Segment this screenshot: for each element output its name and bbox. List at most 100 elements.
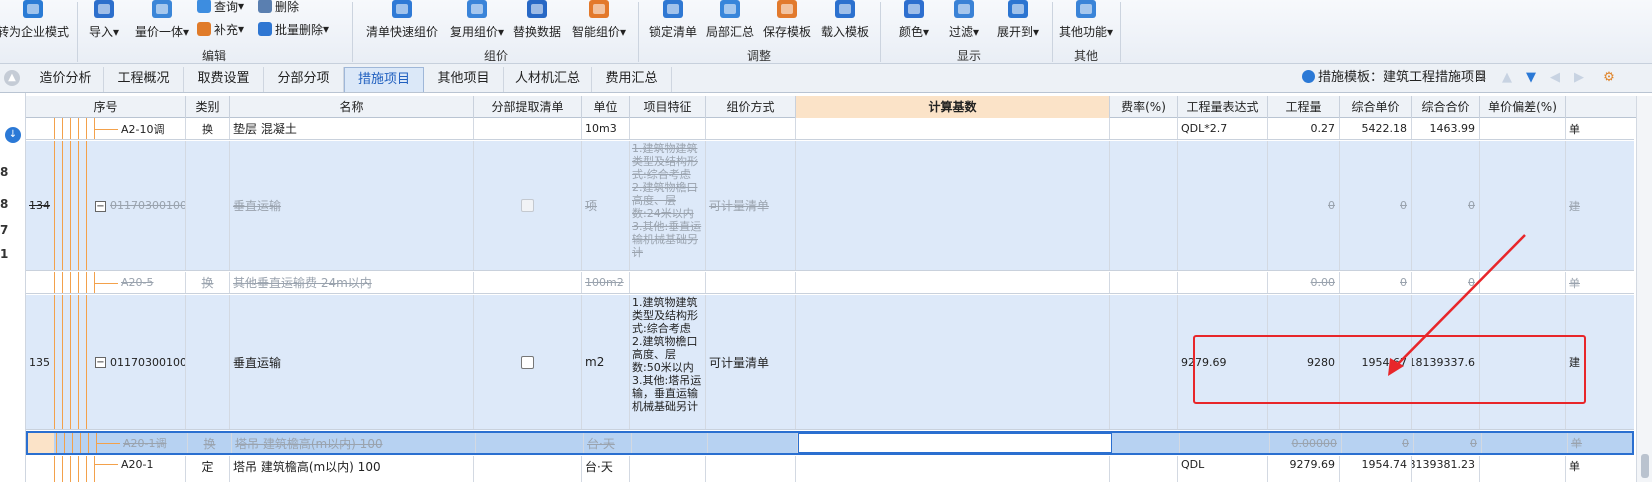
row-extract [476,433,584,453]
row-name[interactable]: 垂直运输 [230,141,474,270]
row-qty-expr[interactable]: QDL [1178,456,1268,482]
row-calc-base[interactable] [796,295,1110,429]
tab-fee-summary[interactable]: 费用汇总 [592,67,672,92]
scrollbar-thumb[interactable] [1641,454,1649,478]
reuse-pricing-button[interactable]: 复用组价▾ [449,0,505,44]
row-deviation [1482,433,1568,453]
import-button[interactable]: 导入▾ [84,0,124,44]
col-header-feature[interactable]: 项目特征 [630,96,706,118]
settings-icon[interactable]: ⚙ [1602,71,1616,85]
load-template-button[interactable]: 载入模板 [820,0,870,44]
move-down-icon[interactable]: ▼ [1524,71,1538,85]
color-button[interactable]: 颜色▾ [892,0,936,44]
row-qty-expr[interactable]: QDL*2.7 [1178,118,1268,139]
replace-data-button[interactable]: 替换数据 [512,0,562,44]
expand-to-button[interactable]: 展开到▾ [990,0,1046,44]
download-icon[interactable]: ↓ [5,127,21,143]
row-calc-base-editor[interactable] [798,433,1112,453]
row-rate[interactable] [1110,456,1178,482]
row-rate[interactable] [1112,433,1180,453]
collapse-row-icon[interactable]: − [95,201,106,212]
row-calc-base[interactable] [796,272,1110,293]
integrated-pricing-button[interactable]: 量价一体▾ [131,0,193,44]
table-row[interactable]: A20-5 换 其他垂直运输费 24m以内 100m2 0.00 0 0 单 [26,272,1634,294]
row-seq: 135 [29,355,50,369]
quick-pricing-button[interactable]: 清单快速组价 [362,0,442,44]
partial-summary-button[interactable]: 局部汇总 [705,0,755,44]
col-header-method[interactable]: 组价方式 [706,96,796,118]
row-qty-expr[interactable] [1180,433,1270,453]
lock-list-button[interactable]: 锁定清单 [648,0,698,44]
template-selector[interactable]: 措施模板：建筑工程措施项目 [1302,64,1487,92]
extract-checkbox[interactable] [521,199,534,212]
col-header-deviation[interactable]: 单价偏差(%) [1480,96,1566,118]
other-functions-button[interactable]: 其他功能▾ [1056,0,1116,44]
row-name[interactable]: 塔吊 建筑檐高(m以内) 100 [232,433,476,453]
col-header-unit[interactable]: 单位 [582,96,630,118]
col-header-seq[interactable]: 序号 [26,96,186,118]
row-calc-base[interactable] [796,118,1110,139]
row-calc-base[interactable] [796,456,1110,482]
query-button[interactable]: 查询 ▾ [197,0,244,16]
table-row[interactable]: A20-1调 换 塔吊 建筑檐高(m以内) 100 台·天 0.00000 0 … [26,431,1634,455]
sort-icon[interactable]: ⇅ [1474,71,1488,85]
batch-delete-button[interactable]: 批量删除 ▾ [258,19,329,39]
collapse-icon[interactable]: ▲ [4,70,20,86]
collapse-row-icon[interactable]: − [95,357,106,368]
move-left-icon[interactable]: ◀ [1548,71,1562,85]
tab-project-overview[interactable]: 工程概况 [104,67,184,92]
row-unit-price: 0 [1340,141,1412,270]
tab-measures[interactable]: 措施项目 [344,67,424,92]
vertical-scrollbar[interactable] [1636,96,1652,482]
row-tail: 单 [1571,437,1582,450]
col-header-extract-list[interactable]: 分部提取清单 [474,96,582,118]
row-calc-base[interactable] [796,141,1110,270]
row-rate[interactable] [1110,295,1178,429]
filter-button[interactable]: 过滤▾ [942,0,986,44]
table-row[interactable]: 134 − 011703001001 垂直运输 项 1.建筑物建筑类型及结构形式… [26,141,1634,271]
table-row[interactable]: A2-10调 换 垫层 混凝土 10m3 QDL*2.7 0.27 5422.1… [26,118,1634,140]
tab-fee-settings[interactable]: 取费设置 [184,67,264,92]
smart-pricing-button[interactable]: 智能组价▾ [569,0,629,44]
col-header-qty[interactable]: 工程量 [1268,96,1340,118]
row-total: 18139337.6 [1412,295,1480,429]
col-header-calc-base[interactable]: 计算基数 [796,96,1110,118]
table-row[interactable]: A20-1 定 塔吊 建筑檐高(m以内) 100 台·天 QDL 9279.69… [26,456,1634,482]
col-header-rate[interactable]: 费率(%) [1110,96,1178,118]
table-row[interactable]: 135 − 011703001002 垂直运输 m2 1.建筑物建筑类型及结构形… [26,295,1634,430]
row-name[interactable]: 塔吊 建筑檐高(m以内) 100 [230,456,474,482]
delete-button[interactable]: 删除 [258,0,299,16]
other-functions-icon [1076,0,1096,18]
row-rate[interactable] [1110,272,1178,293]
tab-cost-analysis[interactable]: 造价分析 [28,67,104,92]
tab-sub-items[interactable]: 分部分项 [264,67,344,92]
row-qty-expr[interactable] [1178,141,1268,270]
row-total: 0 [1414,433,1482,453]
smart-pricing-icon [589,0,609,18]
row-name[interactable]: 其他垂直运输费 24m以内 [230,272,474,293]
move-up-icon[interactable]: ▲ [1500,71,1514,85]
col-header-unit-price[interactable]: 综合单价 [1340,96,1412,118]
lock-icon [663,0,683,18]
supplement-button[interactable]: 补充 ▾ [197,19,244,39]
row-qty-expr[interactable]: 9279.69 [1178,295,1268,429]
filter-icon [954,0,974,18]
col-header-category[interactable]: 类别 [186,96,230,118]
row-qty-expr[interactable] [1178,272,1268,293]
col-header-total[interactable]: 综合合价 [1412,96,1480,118]
enterprise-mode-button[interactable]: 转为企业模式 [0,0,69,44]
row-selector[interactable] [28,433,54,453]
row-name[interactable]: 垫层 混凝土 [230,118,474,139]
row-name[interactable]: 垂直运输 [230,295,474,429]
tab-other-items[interactable]: 其他项目 [424,67,504,92]
move-right-icon[interactable]: ▶ [1572,71,1586,85]
extract-checkbox[interactable] [521,355,534,369]
tab-labor-material-summary[interactable]: 人材机汇总 [504,67,592,92]
row-rate[interactable] [1110,118,1178,139]
row-rate[interactable] [1110,141,1178,270]
save-template-button[interactable]: 保存模板 [762,0,812,44]
col-header-qty-expr[interactable]: 工程量表达式 [1178,96,1268,118]
row-code: A20-5 [118,272,186,293]
col-header-name[interactable]: 名称 [230,96,474,118]
summary-icon [720,0,740,18]
